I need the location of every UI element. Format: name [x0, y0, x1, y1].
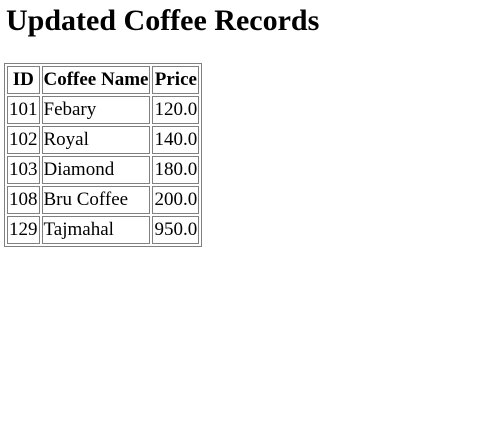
cell-price: 140.0	[152, 126, 200, 154]
table-row: 103 Diamond 180.0	[7, 156, 200, 184]
cell-price: 120.0	[152, 96, 200, 124]
table-row: 102 Royal 140.0	[7, 126, 200, 154]
cell-price: 180.0	[152, 156, 200, 184]
header-coffee-name: Coffee Name	[41, 66, 151, 94]
cell-coffee-name: Bru Coffee	[41, 186, 151, 214]
cell-coffee-name: Febary	[41, 96, 151, 124]
cell-coffee-name: Diamond	[41, 156, 151, 184]
table-row: 129 Tajmahal 950.0	[7, 216, 200, 244]
cell-price: 200.0	[152, 186, 200, 214]
cell-id: 101	[7, 96, 40, 124]
table-header-row: ID Coffee Name Price	[7, 66, 200, 94]
cell-coffee-name: Tajmahal	[41, 216, 151, 244]
cell-id: 102	[7, 126, 40, 154]
cell-coffee-name: Royal	[41, 126, 151, 154]
table-row: 108 Bru Coffee 200.0	[7, 186, 200, 214]
cell-id: 129	[7, 216, 40, 244]
cell-id: 108	[7, 186, 40, 214]
page: Updated Coffee Records ID Coffee Name Pr…	[0, 0, 478, 422]
cell-price: 950.0	[152, 216, 200, 244]
table-row: 101 Febary 120.0	[7, 96, 200, 124]
page-title: Updated Coffee Records	[6, 4, 320, 37]
cell-id: 103	[7, 156, 40, 184]
header-id: ID	[7, 66, 40, 94]
header-price: Price	[152, 66, 200, 94]
coffee-records-table: ID Coffee Name Price 101 Febary 120.0 10…	[4, 63, 203, 247]
